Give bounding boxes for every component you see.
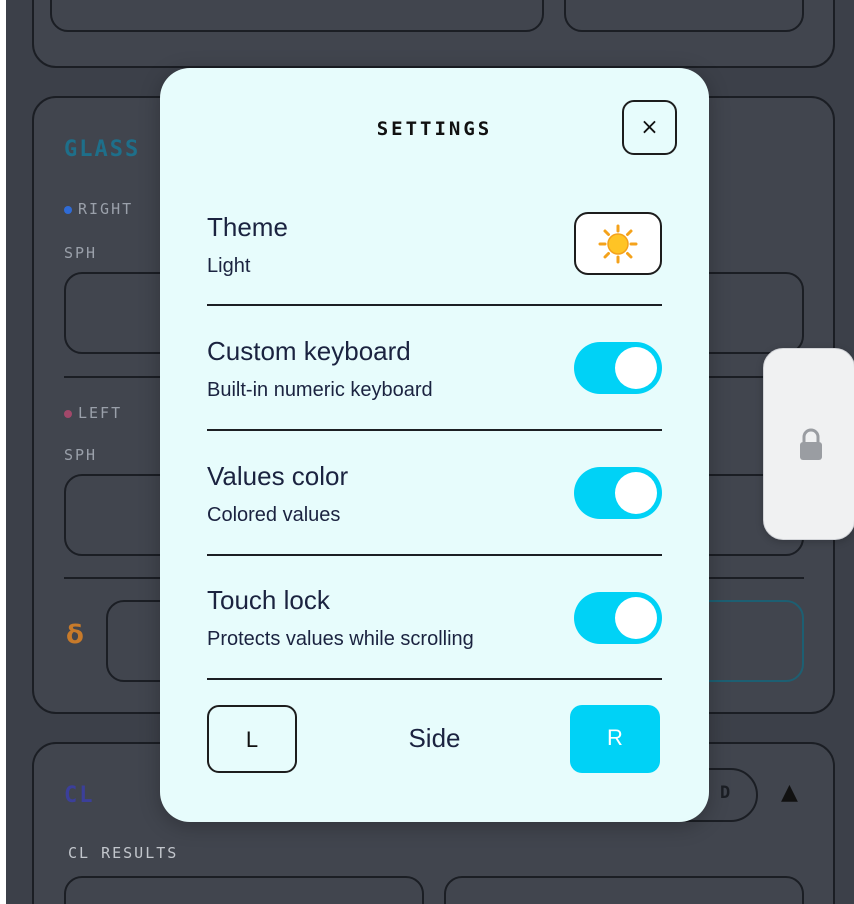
cl-result-field-left[interactable] [64,876,424,904]
side-right-button[interactable]: R [570,705,660,773]
theme-toggle-button[interactable] [574,212,662,275]
touch-lock-toggle[interactable] [574,592,662,644]
touch-lock-pad[interactable] [763,348,854,540]
toggle-knob [615,472,657,514]
close-icon: × [640,115,659,140]
values-color-toggle[interactable] [574,467,662,519]
close-button[interactable]: × [622,100,677,155]
toggle-knob [615,597,657,639]
cl-result-field-right[interactable] [444,876,804,904]
right-eye-label: RIGHT [64,200,133,218]
glass-title: GLASS [64,137,141,162]
sun-icon [598,224,638,264]
custom-keyboard-toggle[interactable] [574,342,662,394]
divider-2 [207,429,662,431]
cl-badge-label: D [720,783,731,803]
divider-1 [207,304,662,306]
top-field-right [564,0,804,32]
delta-symbol: δ [66,620,84,650]
left-eye-dot [64,409,72,418]
right-eye-dot [64,205,72,214]
divider-3 [207,554,662,556]
top-field-left [50,0,544,32]
sph-label-right: SPH [64,244,98,262]
settings-modal: SETTINGS × Theme Light Custom keyboard B… [160,68,709,822]
sph-label-left: SPH [64,446,98,464]
toggle-knob [615,347,657,389]
divider-4 [207,678,662,680]
cl-title: CL [64,783,95,808]
cl-results-label: CL RESULTS [68,844,179,862]
lock-icon [800,428,822,460]
collapse-icon[interactable]: ▲ [781,780,798,805]
left-eye-label: LEFT [64,404,122,422]
